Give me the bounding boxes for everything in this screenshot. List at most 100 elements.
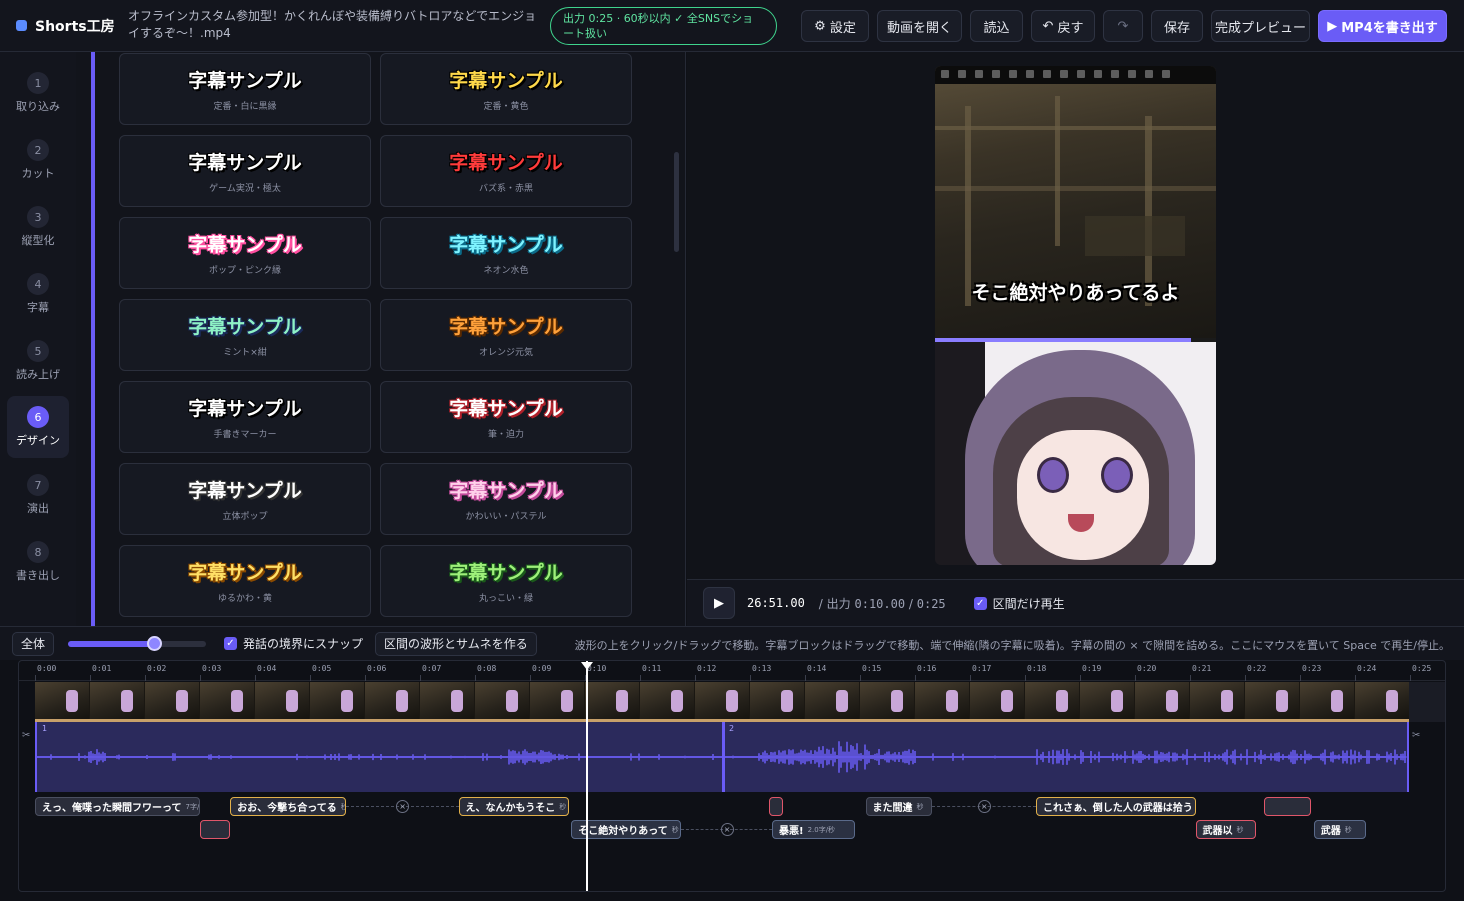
zoom-slider[interactable] xyxy=(68,635,206,651)
settings-button[interactable]: ⚙ 設定 xyxy=(801,10,869,42)
scissors-icon[interactable]: ✂ xyxy=(22,730,30,741)
ruler-tick-mark xyxy=(860,675,861,681)
subtitle-block[interactable]: 武器秒 xyxy=(1313,820,1366,839)
style-card-title: 字幕サンプル xyxy=(449,398,563,420)
range-play-toggle[interactable]: ✓ 区間だけ再生 xyxy=(973,595,1065,612)
subtitle-block[interactable]: 暴悪! 2.0字/秒 xyxy=(772,820,855,839)
style-card[interactable]: 字幕サンプル筆・迫力 xyxy=(380,381,632,453)
subtitle-block[interactable]: これさぁ、倒した人の武器は拾う秒 xyxy=(1036,797,1196,816)
thumbnail-frame xyxy=(970,682,1025,719)
ruler-tick-label: 0:04 xyxy=(257,664,277,673)
segment-split[interactable] xyxy=(722,722,725,792)
generate-waveform-label: 区間の波形とサムネを作る xyxy=(384,637,528,651)
playhead[interactable] xyxy=(586,661,588,891)
style-card[interactable]: 字幕サンプル 手書きマーカー xyxy=(119,381,371,453)
style-card[interactable]: 字幕サンプル ゆるかわ・黄 xyxy=(119,545,371,617)
step-4[interactable]: 4 字幕 xyxy=(7,263,69,325)
step-2[interactable]: 2 カット xyxy=(7,129,69,191)
fit-all-button[interactable]: 全体 xyxy=(12,631,54,656)
load-button[interactable]: 読込 xyxy=(970,10,1023,42)
thumbnail-strip[interactable] xyxy=(35,682,1409,722)
final-preview-button[interactable]: 完成プレビュー xyxy=(1211,10,1310,42)
brand-name: Shorts工房 xyxy=(35,18,115,35)
ruler-tick-label: 0:02 xyxy=(147,664,167,673)
zoom-slider-handle[interactable] xyxy=(146,635,162,651)
time-ruler[interactable]: 0:00 0:01 0:02 0:03 0:04 0:05 0:06 0:07 0:08 0:09… xyxy=(19,661,1445,681)
style-card[interactable]: 字幕サンプル ゲーム実況・極太 xyxy=(119,135,371,207)
subtitle-block[interactable] xyxy=(1264,797,1311,816)
zoom-slider-fill xyxy=(68,640,154,647)
subtitle-block[interactable]: また間違秒 xyxy=(865,797,932,816)
step-label: 書き出し xyxy=(16,569,60,582)
style-card[interactable]: 字幕サンプル 定番・黄色 xyxy=(380,53,632,125)
subtitle-block[interactable] xyxy=(200,820,231,839)
snap-toggle[interactable]: ✓ 発話の境界にスナップ xyxy=(224,635,363,652)
close-gap-icon[interactable]: × xyxy=(977,800,991,813)
step-8[interactable]: 8 書き出し xyxy=(7,531,69,593)
redo-button[interactable]: ↷ xyxy=(1103,10,1143,42)
workflow-steps: 1 取り込み 2 カット 3 縦型化 4 字幕 5 読み上げ 6 デザイン 7 … xyxy=(0,52,76,626)
ruler-tick-mark xyxy=(255,675,256,681)
style-card[interactable]: 字幕サンプル 丸っこい・緑 xyxy=(380,545,632,617)
style-card[interactable]: 字幕サンプル かわいい・パステル xyxy=(380,463,632,535)
close-gap-icon[interactable]: × xyxy=(396,800,410,813)
style-card-title: 字幕サンプル xyxy=(188,480,302,502)
style-card-subtitle: 筆・迫力 xyxy=(487,430,524,440)
subtitle-block[interactable]: えっ、俺喋った瞬間フワーって7字/秒 xyxy=(35,797,200,816)
ruler-tick-mark xyxy=(1300,675,1301,681)
panel-scrollbar[interactable] xyxy=(674,152,679,252)
step-5[interactable]: 5 読み上げ xyxy=(7,330,69,392)
scissors-icon[interactable]: ✂ xyxy=(1412,730,1420,741)
subtitle-block-text: 武器以 xyxy=(1202,826,1233,837)
ruler-tick-label: 0:07 xyxy=(422,664,442,673)
ruler-tick-label: 0:22 xyxy=(1247,664,1267,673)
subtitle-block-text: おお、今撃ち合ってる xyxy=(237,803,337,814)
undo-button[interactable]: ↶ 戻す xyxy=(1031,10,1095,42)
style-card-subtitle: 定番・白に黒縁 xyxy=(213,102,277,112)
step-label: 取り込み xyxy=(16,100,60,113)
ruler-tick-label: 0:14 xyxy=(807,664,827,673)
style-card-title: 字幕サンプル xyxy=(188,152,302,174)
step-7[interactable]: 7 演出 xyxy=(7,464,69,526)
thumbnail-frame xyxy=(1135,682,1190,719)
ruler-tick-mark xyxy=(1080,675,1081,681)
checkbox-checked-icon[interactable]: ✓ xyxy=(224,637,237,650)
subtitle-block[interactable]: おお、今撃ち合ってる秒 xyxy=(230,797,346,816)
step-label: カット xyxy=(21,167,55,180)
step-number: 6 xyxy=(27,406,49,428)
save-button[interactable]: 保存 xyxy=(1151,10,1203,42)
style-card[interactable]: 字幕サンプル オレンジ元気 xyxy=(380,299,632,371)
thumbnail-frame xyxy=(860,682,915,719)
style-card[interactable]: 字幕サンプル バズ系・赤黒 xyxy=(380,135,632,207)
open-video-button[interactable]: 動画を開く xyxy=(877,10,962,42)
ruler-tick-label: 0:05 xyxy=(312,664,332,673)
style-card[interactable]: 字幕サンプル 定番・白に黒縁 xyxy=(119,53,371,125)
ruler-tick-label: 0:11 xyxy=(642,664,662,673)
style-card[interactable]: 字幕サンプル ポップ・ピンク縁 xyxy=(119,217,371,289)
range-play-label: 区間だけ再生 xyxy=(992,596,1065,611)
generate-waveform-button[interactable]: 区間の波形とサムネを作る xyxy=(375,631,537,656)
subtitle-block[interactable]: 武器以秒 xyxy=(1195,820,1256,839)
thumbnail-frame xyxy=(255,682,310,719)
vertical-video-frame[interactable]: そこ絶対やりあってるよ xyxy=(935,66,1216,565)
subtitle-block-rate: 2.0字/秒 xyxy=(807,825,836,834)
subtitle-block-rate: 秒 xyxy=(1344,825,1352,834)
timeline[interactable]: 0:00 0:01 0:02 0:03 0:04 0:05 0:06 0:07 0:08 0:09… xyxy=(18,660,1446,892)
style-card-subtitle: ネオン水色 xyxy=(483,266,529,276)
ruler-tick-mark xyxy=(1355,675,1356,681)
style-card[interactable]: 字幕サンプル ミント×紺 xyxy=(119,299,371,371)
subtitle-block[interactable] xyxy=(769,797,784,816)
game-hud-toolbar xyxy=(935,66,1216,84)
step-6-active[interactable]: 6 デザイン xyxy=(7,396,69,458)
audio-waveform[interactable]: 1 2 xyxy=(35,722,1409,792)
playhead-handle[interactable] xyxy=(581,662,593,670)
export-mp4-button[interactable]: ▶ MP4を書き出す xyxy=(1318,10,1447,42)
style-card[interactable]: 字幕サンプル 立体ポップ xyxy=(119,463,371,535)
close-gap-icon[interactable]: × xyxy=(720,823,734,836)
checkbox-checked-icon[interactable]: ✓ xyxy=(973,596,987,610)
subtitle-block[interactable]: え、なんかもうそこ秒 xyxy=(458,797,569,816)
style-card[interactable]: 字幕サンプル ネオン水色 xyxy=(380,217,632,289)
step-1[interactable]: 1 取り込み xyxy=(7,62,69,124)
play-button[interactable]: ▶ xyxy=(703,587,735,619)
step-3[interactable]: 3 縦型化 xyxy=(7,196,69,258)
